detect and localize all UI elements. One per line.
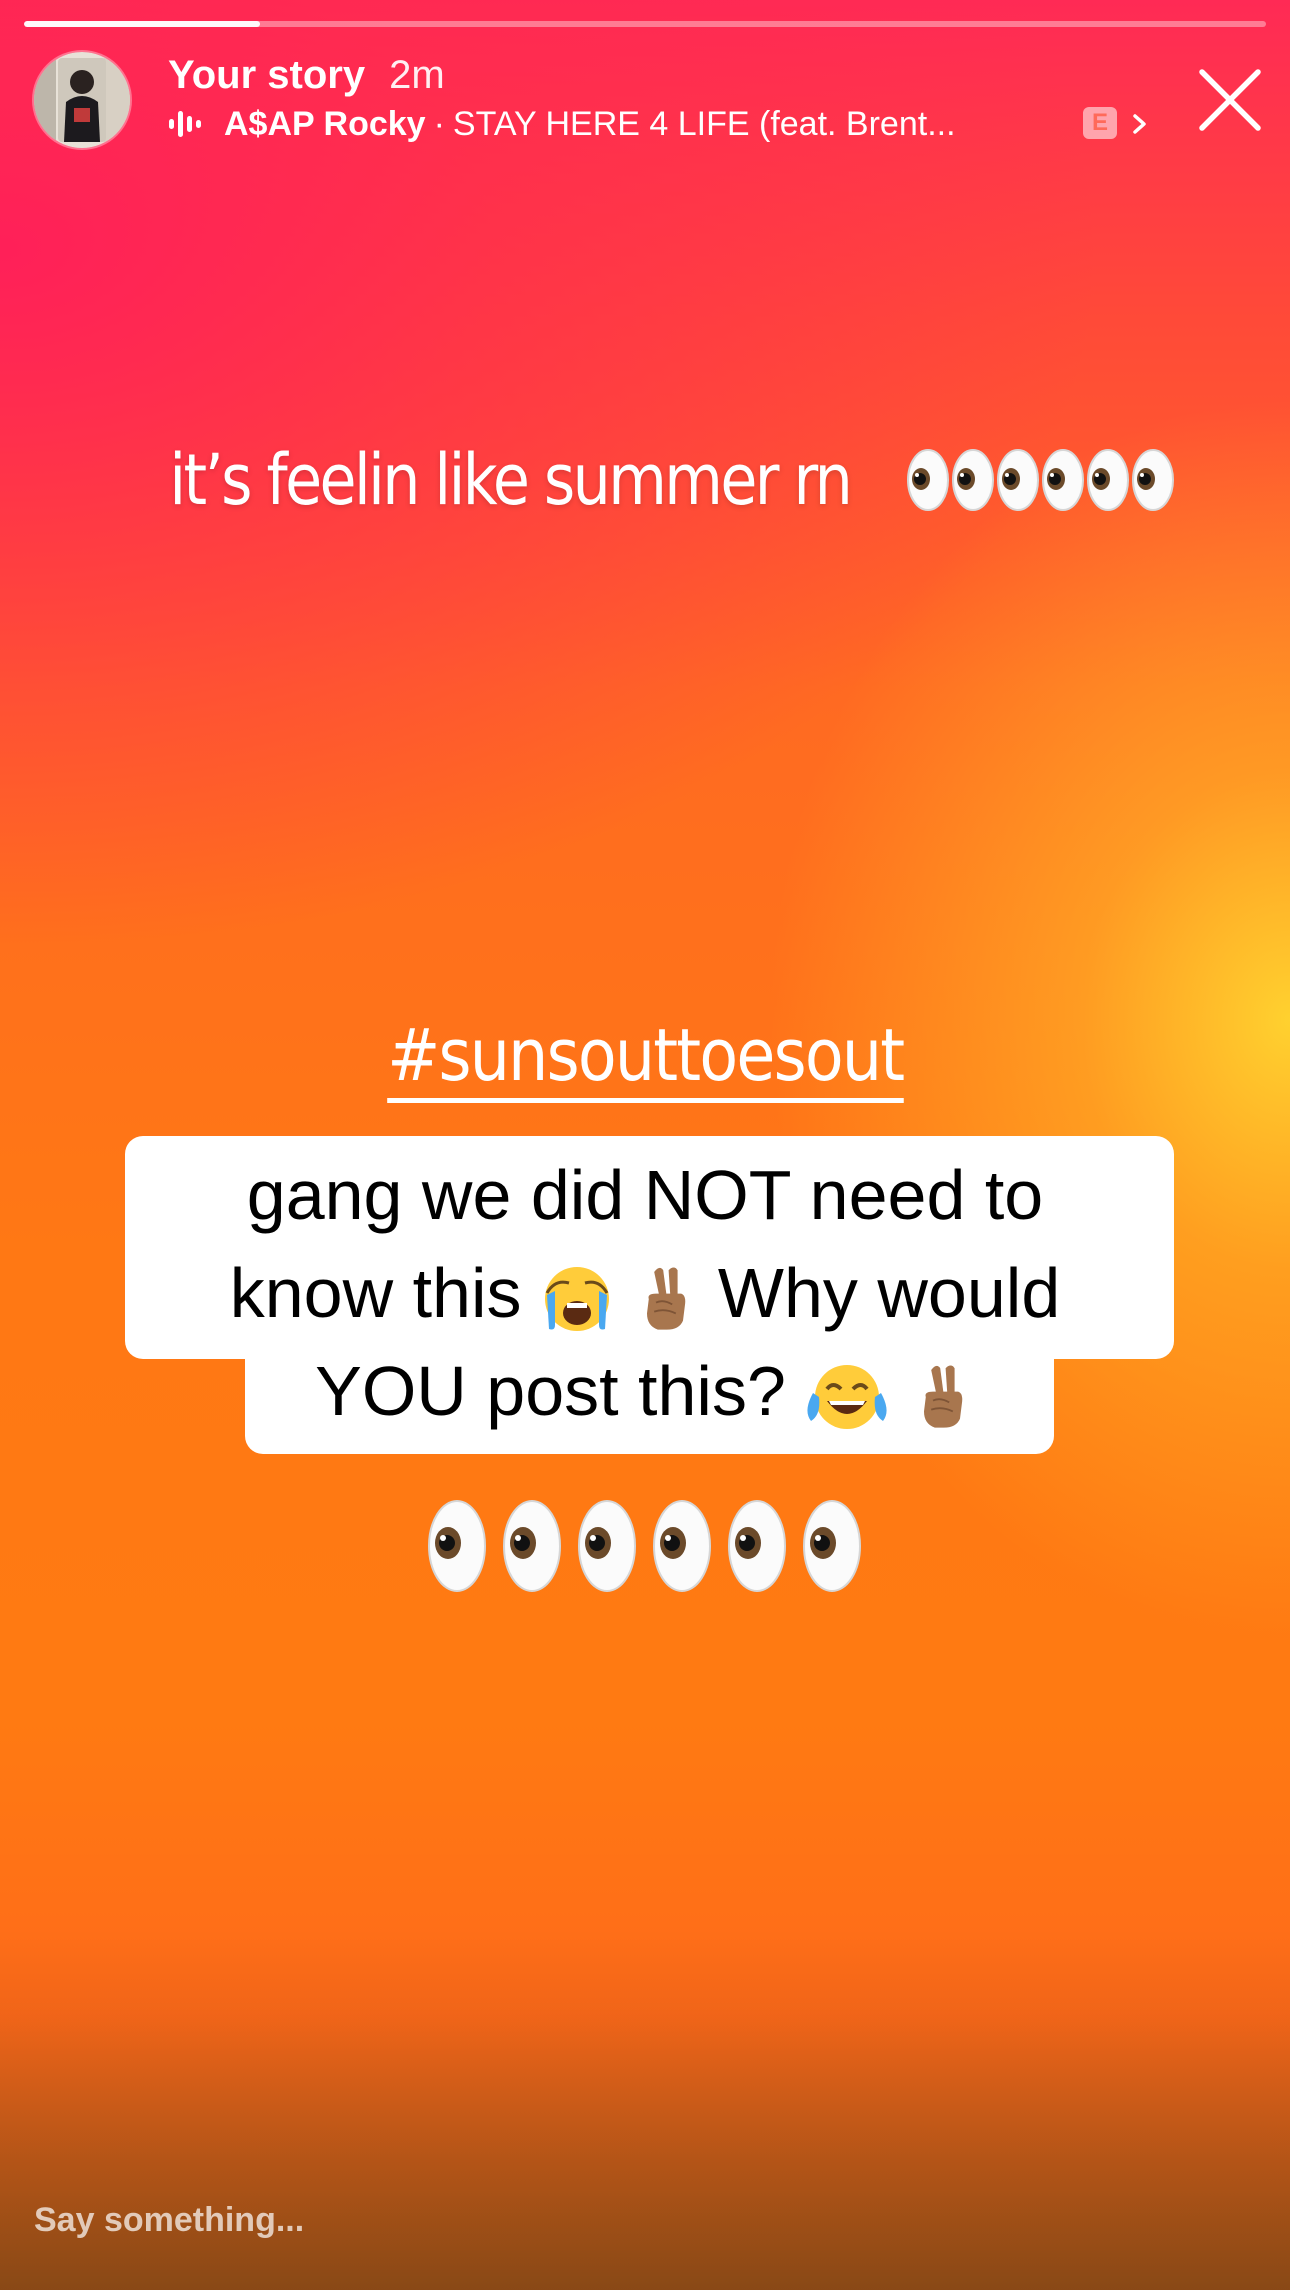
- story-progress-fill: [24, 21, 260, 27]
- comment-line-3: YOU post this?: [0, 1342, 1290, 1440]
- close-button[interactable]: [1196, 66, 1264, 134]
- eyes-emoji-row: [0, 1488, 1290, 1609]
- chevron-right-icon: [1128, 107, 1152, 141]
- story-timestamp: 2m: [389, 52, 445, 97]
- close-icon: [1199, 69, 1261, 131]
- caption-text: it’s feelin like summer rn: [169, 439, 853, 521]
- reply-input[interactable]: [34, 2196, 634, 2244]
- hashtag-sticker[interactable]: #sunsouttoesout: [386, 1017, 905, 1103]
- comment-line-2a-text: know this: [229, 1254, 522, 1332]
- story-caption: it’s feelin like summer rn: [0, 430, 1290, 530]
- avatar[interactable]: [34, 52, 130, 148]
- comment-line-1-text: gang we did NOT need to: [246, 1156, 1044, 1234]
- music-track-title: STAY HERE 4 LIFE (feat. Brent...: [452, 104, 956, 143]
- music-artist: A$AP Rocky: [224, 104, 426, 143]
- victory-hand-emoji: [922, 1364, 963, 1429]
- loudly-crying-emoji: [543, 1265, 611, 1333]
- explicit-icon: E: [1083, 107, 1117, 139]
- victory-hand-emoji: [646, 1266, 687, 1331]
- comment-line-1: gang we did NOT need to: [0, 1146, 1290, 1244]
- story-title-row: Your story 2m: [168, 50, 445, 100]
- music-attribution[interactable]: A$AP Rocky · STAY HERE 4 LIFE (feat. Bre…: [168, 101, 1168, 147]
- comment-line-3-text: YOU post this?: [315, 1352, 786, 1430]
- eyes-emoji: [906, 440, 1176, 520]
- eyes-emoji: [428, 1500, 861, 1592]
- music-wave-icon: [168, 106, 204, 142]
- music-separator: ·: [433, 104, 445, 143]
- story-owner-label[interactable]: Your story: [168, 53, 365, 98]
- story-progress-bar: [24, 21, 1266, 27]
- comment-line-2b-text: Why would: [717, 1254, 1061, 1332]
- comment-line-2: know this Why would: [0, 1244, 1290, 1342]
- tears-of-joy-emoji: [805, 1362, 889, 1431]
